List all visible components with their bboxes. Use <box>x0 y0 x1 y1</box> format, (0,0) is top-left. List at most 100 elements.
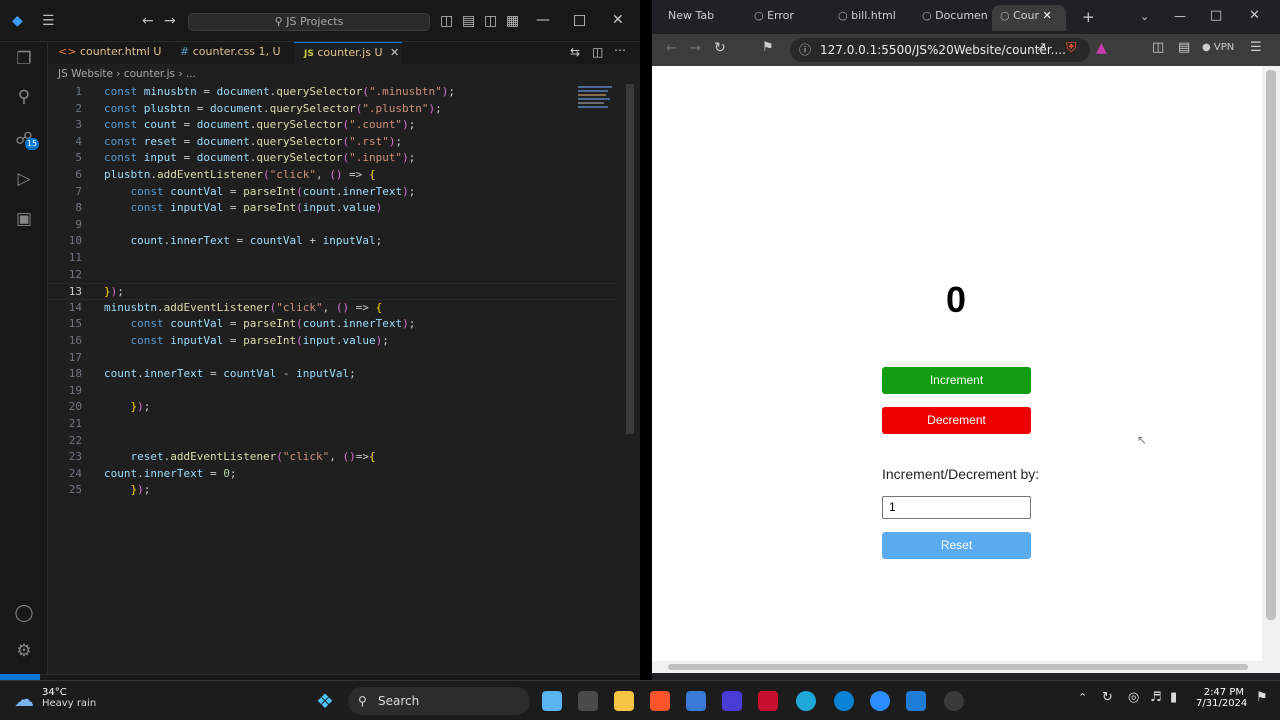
file-explorer-icon[interactable] <box>614 691 634 711</box>
code-line[interactable]: 4 const reset = document.querySelector(".… <box>48 134 618 151</box>
increment-button[interactable]: Increment <box>882 367 1031 394</box>
browser-tab-new-tab[interactable]: New Tab <box>662 5 738 31</box>
clock[interactable]: 2:47 PM 7/31/2024 <box>1196 687 1247 709</box>
task-view-icon[interactable] <box>578 691 598 711</box>
weather-icon[interactable]: ☁ <box>14 687 34 711</box>
code-line[interactable]: 25 }); <box>48 482 618 499</box>
close-window-icon[interactable]: ✕ <box>612 12 624 28</box>
share-icon[interactable]: ↗ <box>1036 40 1047 55</box>
code-line[interactable]: 19 <box>48 383 618 400</box>
extensions-icon[interactable]: ▣ <box>13 208 35 230</box>
weather-widget[interactable]: 34°C Heavy rain <box>42 687 96 709</box>
settings-gear-icon[interactable]: ⚙ <box>13 640 35 662</box>
browser-tab-counter[interactable]: ○ Cour ✕ <box>992 5 1066 31</box>
copilot-icon[interactable] <box>542 691 562 711</box>
search-icon[interactable]: ⚲ <box>13 86 35 108</box>
sync-icon[interactable]: ↻ <box>1102 690 1113 705</box>
page-horizontal-scrollbar[interactable] <box>652 661 1280 673</box>
code-line[interactable]: 16 const inputVal = parseInt(input.value… <box>48 333 618 350</box>
code-line[interactable]: 12 <box>48 267 618 284</box>
code-editor[interactable]: 1 const minusbtn = document.querySelector… <box>48 84 628 674</box>
browser-menu-icon[interactable]: ☰ <box>1250 40 1262 55</box>
sidebar-icon[interactable]: ◫ <box>1152 40 1164 55</box>
command-center-search[interactable]: ⚲ JS Projects <box>188 13 430 31</box>
mcafee-icon[interactable] <box>758 691 778 711</box>
source-control-icon[interactable]: ☍ 15 <box>13 128 39 150</box>
code-line[interactable]: 10 count.innerText = countVal + inputVal… <box>48 233 618 250</box>
code-line[interactable]: 11 <box>48 250 618 267</box>
browser-tab-error[interactable]: ○ Error <box>748 5 824 31</box>
site-info-icon[interactable]: ⓘ <box>799 38 811 62</box>
more-actions-icon[interactable]: ⋯ <box>614 43 626 57</box>
edge-icon[interactable] <box>796 691 816 711</box>
tray-chevron-icon[interactable]: ⌃ <box>1078 691 1087 704</box>
code-line[interactable]: 8 const inputVal = parseInt(input.value) <box>48 200 618 217</box>
code-line[interactable]: 17 <box>48 350 618 367</box>
close-window-icon[interactable]: ✕ <box>1249 8 1260 23</box>
reload-icon[interactable]: ↻ <box>714 40 726 56</box>
code-line[interactable]: 7 const countVal = parseInt(count.innerT… <box>48 184 618 201</box>
code-line[interactable]: 6 plusbtn.addEventListener("click", () =>… <box>48 167 618 184</box>
page-scrollbar[interactable] <box>1262 66 1280 661</box>
code-line[interactable]: 15 const countVal = parseInt(count.inner… <box>48 316 618 333</box>
zoom-icon[interactable] <box>870 691 890 711</box>
open-changes-icon[interactable]: ⇆ <box>570 45 580 59</box>
breadcrumb[interactable]: JS Website › counter.js › ... <box>58 68 196 80</box>
toggle-panel-icon[interactable]: ▤ <box>462 13 475 29</box>
new-tab-icon[interactable]: + <box>1082 8 1095 26</box>
close-tab-icon[interactable]: ✕ <box>390 46 399 59</box>
notifications-icon[interactable]: ⚑ <box>1256 690 1268 705</box>
maximize-icon[interactable]: □ <box>1210 8 1222 23</box>
brave-rewards-icon[interactable]: ▲ <box>1096 40 1107 56</box>
menu-icon[interactable]: ☰ <box>42 13 55 29</box>
code-line[interactable]: 3 const count = document.querySelector(".… <box>48 117 618 134</box>
tab-counter-html[interactable]: <> counter.html U <box>48 42 168 64</box>
bluetooth-icon[interactable] <box>834 691 854 711</box>
volume-icon[interactable]: ♬ <box>1150 690 1162 705</box>
code-line[interactable]: 21 <box>48 416 618 433</box>
code-line[interactable]: 1 const minusbtn = document.querySelector… <box>48 84 618 101</box>
brave-browser-icon[interactable] <box>650 691 670 711</box>
close-tab-icon[interactable]: ✕ <box>1043 9 1052 22</box>
obs-icon[interactable] <box>944 691 964 711</box>
minimize-icon[interactable]: — <box>1174 9 1186 23</box>
tab-search-chevron-icon[interactable]: ⌄ <box>1140 10 1149 23</box>
vpn-button[interactable]: ● VPN <box>1202 42 1234 53</box>
battery-icon[interactable]: ▮ <box>1170 690 1177 705</box>
code-line[interactable]: 14 minusbtn.addEventListener("click", () … <box>48 300 618 317</box>
split-editor-icon[interactable]: ◫ <box>592 45 603 59</box>
start-windows-icon[interactable]: ❖ <box>316 689 334 713</box>
browser-tab-document[interactable]: ○ Documen <box>916 5 992 31</box>
decrement-button[interactable]: Decrement <box>882 407 1031 434</box>
code-line[interactable]: 5 const input = document.querySelector(".… <box>48 150 618 167</box>
taskbar-search[interactable]: ⚲ Search <box>348 687 530 715</box>
account-icon[interactable]: ◯ <box>13 602 35 624</box>
code-line[interactable]: 13}); <box>48 283 618 300</box>
vscode-icon[interactable] <box>906 691 926 711</box>
code-line[interactable]: 24 count.innerText = 0; <box>48 466 618 483</box>
explorer-icon[interactable]: ❐ <box>13 48 35 70</box>
maximize-icon[interactable]: □ <box>573 12 586 28</box>
tab-counter-js[interactable]: JS counter.js U ✕ <box>294 42 402 64</box>
code-line[interactable]: 18 count.innerText = countVal - inputVal; <box>48 366 618 383</box>
tab-counter-css[interactable]: # counter.css 1, U <box>170 42 292 64</box>
editor-scrollbar[interactable] <box>626 84 634 434</box>
network-icon[interactable]: ◎ <box>1128 690 1139 705</box>
back-arrow-icon[interactable]: ← <box>142 13 154 29</box>
code-line[interactable]: 22 <box>48 433 618 450</box>
ms-store-icon[interactable] <box>686 691 706 711</box>
reset-button[interactable]: Reset <box>882 532 1031 559</box>
minimize-icon[interactable]: — <box>536 12 550 28</box>
code-line[interactable]: 23 reset.addEventListener("click", ()=>{ <box>48 449 618 466</box>
code-line[interactable]: 9 <box>48 217 618 234</box>
brave-shield-icon[interactable]: ⛨ <box>1066 40 1077 56</box>
forward-arrow-icon[interactable]: → <box>164 13 176 29</box>
step-input[interactable]: 1 <box>882 496 1031 519</box>
toggle-secondary-sidebar-icon[interactable]: ◫ <box>484 13 497 29</box>
code-line[interactable]: 20 }); <box>48 399 618 416</box>
vscode-insiders-icon[interactable] <box>722 691 742 711</box>
forward-icon[interactable]: → <box>690 41 701 56</box>
toggle-sidebar-icon[interactable]: ◫ <box>440 13 453 29</box>
browser-tab-bill[interactable]: ○ bill.html <box>832 5 912 31</box>
wallet-icon[interactable]: ▤ <box>1178 40 1190 55</box>
